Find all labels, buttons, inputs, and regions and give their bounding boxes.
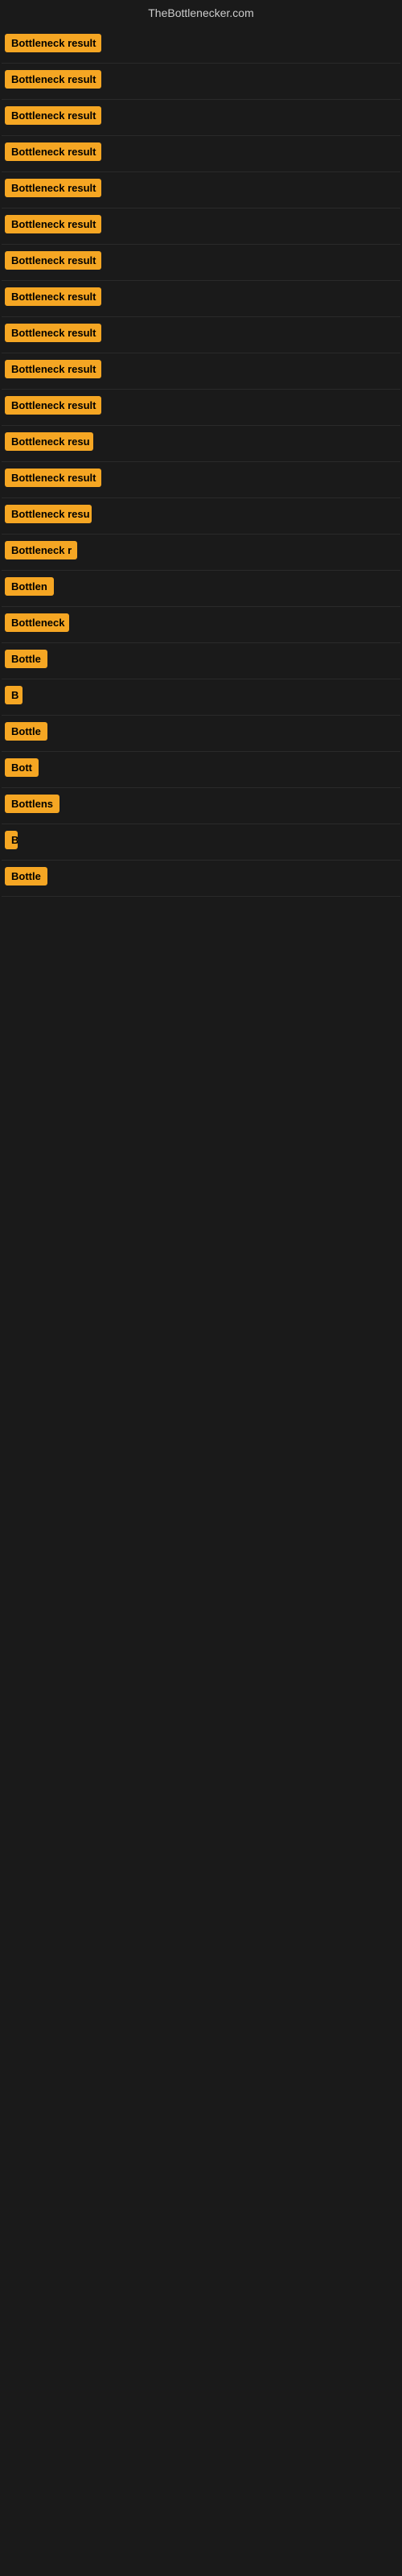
list-item[interactable]: Bottleneck result — [2, 27, 400, 64]
list-item[interactable]: Bottle — [2, 643, 400, 679]
bottleneck-result-badge[interactable]: Bottleneck result — [5, 215, 101, 233]
list-item[interactable]: Bottleneck result — [2, 245, 400, 281]
list-item[interactable]: Bottleneck result — [2, 100, 400, 136]
list-item[interactable]: B — [2, 679, 400, 716]
list-item[interactable]: Bottleneck result — [2, 208, 400, 245]
bottleneck-result-badge[interactable]: Bottleneck result — [5, 179, 101, 197]
list-item[interactable]: B — [2, 824, 400, 861]
list-item[interactable]: Bottleneck result — [2, 281, 400, 317]
bottleneck-result-badge[interactable]: Bottleneck result — [5, 324, 101, 342]
site-title: TheBottlenecker.com — [0, 0, 402, 27]
list-item[interactable]: Bottleneck result — [2, 136, 400, 172]
bottleneck-result-badge[interactable]: Bottlens — [5, 795, 59, 813]
list-item[interactable]: Bottle — [2, 861, 400, 897]
bottleneck-result-badge[interactable]: Bottleneck — [5, 613, 69, 632]
list-item[interactable]: Bottleneck — [2, 607, 400, 643]
bottleneck-result-badge[interactable]: Bottleneck result — [5, 70, 101, 89]
bottleneck-result-badge[interactable]: Bottleneck result — [5, 360, 101, 378]
bottleneck-result-badge[interactable]: Bottleneck resu — [5, 505, 92, 523]
list-item[interactable]: Bottleneck r — [2, 535, 400, 571]
bottleneck-result-badge[interactable]: Bottle — [5, 722, 47, 741]
list-item[interactable]: Bottlen — [2, 571, 400, 607]
bottleneck-result-badge[interactable]: Bottleneck result — [5, 469, 101, 487]
bottleneck-list: Bottleneck result Bottleneck result Bottle… — [0, 27, 402, 897]
list-item[interactable]: Bottlens — [2, 788, 400, 824]
bottleneck-result-badge[interactable]: Bottleneck r — [5, 541, 77, 559]
bottleneck-result-badge[interactable]: Bottleneck result — [5, 287, 101, 306]
list-item[interactable]: Bottleneck result — [2, 64, 400, 100]
list-item[interactable]: Bottleneck result — [2, 317, 400, 353]
site-title-text: TheBottlenecker.com — [148, 6, 254, 19]
list-item[interactable]: Bottleneck result — [2, 390, 400, 426]
bottleneck-result-badge[interactable]: Bottle — [5, 867, 47, 886]
bottleneck-result-badge[interactable]: B — [5, 831, 18, 849]
list-item[interactable]: Bottleneck result — [2, 353, 400, 390]
bottleneck-result-badge[interactable]: Bottle — [5, 650, 47, 668]
bottleneck-result-badge[interactable]: B — [5, 686, 23, 704]
list-item[interactable]: Bott — [2, 752, 400, 788]
bottleneck-result-badge[interactable]: Bottleneck result — [5, 396, 101, 415]
list-item[interactable]: Bottleneck result — [2, 462, 400, 498]
bottleneck-result-badge[interactable]: Bottleneck result — [5, 34, 101, 52]
list-item[interactable]: Bottleneck resu — [2, 498, 400, 535]
bottleneck-result-badge[interactable]: Bottleneck result — [5, 142, 101, 161]
bottleneck-result-badge[interactable]: Bottlen — [5, 577, 54, 596]
list-item[interactable]: Bottleneck result — [2, 172, 400, 208]
bottleneck-result-badge[interactable]: Bott — [5, 758, 39, 777]
list-item[interactable]: Bottle — [2, 716, 400, 752]
bottleneck-result-badge[interactable]: Bottleneck resu — [5, 432, 93, 451]
list-item[interactable]: Bottleneck resu — [2, 426, 400, 462]
bottleneck-result-badge[interactable]: Bottleneck result — [5, 251, 101, 270]
bottleneck-result-badge[interactable]: Bottleneck result — [5, 106, 101, 125]
